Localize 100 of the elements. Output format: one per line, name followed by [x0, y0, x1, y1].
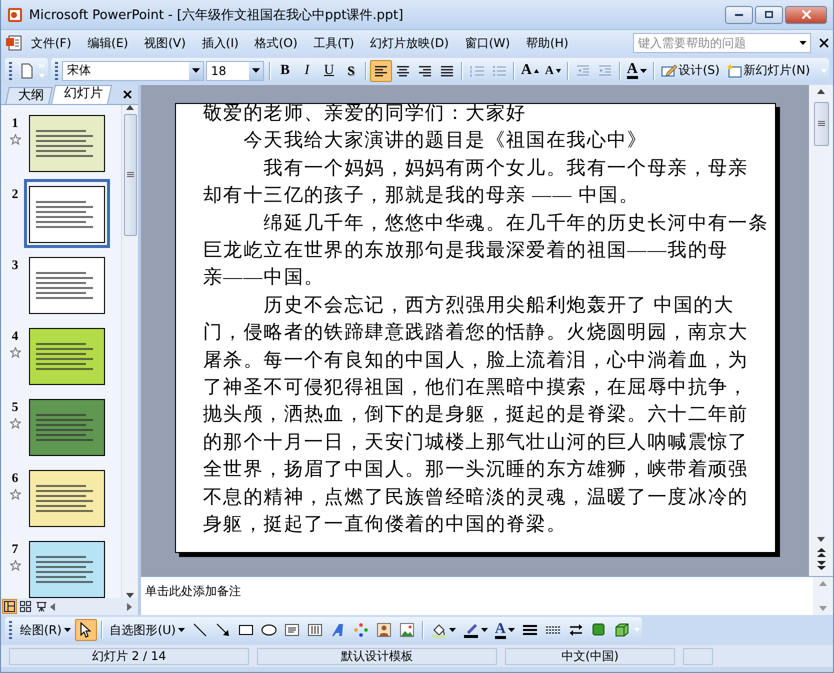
menu-item[interactable]: 幻灯片放映(D) [362, 32, 457, 54]
grid-icon [20, 601, 31, 612]
select-objects-button[interactable] [74, 619, 97, 641]
line-icon [192, 622, 208, 638]
toolbar-options-icon [821, 68, 827, 72]
font-color-button[interactable]: A [624, 60, 650, 82]
close-button[interactable] [785, 6, 827, 24]
slide-number: 7 [12, 541, 18, 557]
window-title: Microsoft PowerPoint - [六年级作文祖国在我心中ppt课件.ppt] [29, 6, 404, 24]
dropdown-caret-icon [192, 68, 200, 73]
slide-text-line: 绵延几千年，悠悠中华魂。在几千年的历史长河中有一条 [262, 212, 769, 236]
dropdown-caret-icon [480, 628, 488, 632]
menu-item[interactable]: 文件(F) [23, 32, 80, 54]
close-icon [819, 38, 829, 48]
vertical-text-box-icon [306, 622, 323, 638]
normal-view-icon [4, 601, 15, 612]
slide-number: 6 [12, 470, 18, 486]
next-slide-button[interactable] [816, 561, 826, 570]
slide-number: 1 [12, 115, 18, 131]
pointer-icon [78, 622, 93, 638]
draw-menu-button[interactable]: 绘图(R) [17, 619, 74, 641]
language-status: 中文(中国) [505, 648, 675, 664]
paint-bucket-icon [430, 622, 447, 638]
slide-text-line: 巨龙屹立在世界的东放那句是我最深爱着的祖国——我的母 [203, 238, 728, 264]
scroll-up-arrow-icon [819, 581, 827, 586]
brush-icon [462, 622, 479, 638]
down-triangle-icon [556, 68, 561, 72]
slide-text-line: 屠杀。每一个有良知的中国人，脸上流着泪，心中淌着血，为 [203, 348, 748, 373]
menu-item[interactable]: 编辑(E) [79, 32, 136, 54]
design-template-status: 默认设计模板 [257, 648, 497, 664]
ellipse-icon [260, 622, 277, 638]
normal-view-button[interactable] [2, 599, 17, 614]
slide-text-line: 敬爱的老师、亲爱的同学们：大家好 [203, 102, 526, 126]
slide-text-line: 身躯，挺起了一直佝偻着的中国的脊梁。 [203, 512, 567, 538]
bold-button[interactable]: B [274, 60, 296, 82]
minimize-icon [735, 14, 743, 16]
menu-item[interactable]: 视图(V) [136, 32, 194, 54]
dropdown-caret-icon [448, 628, 456, 632]
double-arrow-icon [568, 622, 584, 638]
projector-screen-icon [36, 601, 47, 612]
decrease-font-size-button[interactable]: A [542, 60, 564, 82]
pane-tab[interactable]: 大纲 [5, 87, 53, 104]
text-box-icon [284, 622, 300, 638]
restore-button[interactable] [755, 6, 783, 24]
pane-tab[interactable]: 幻灯片 [50, 85, 112, 104]
outdent-icon [574, 62, 591, 78]
close-icon [123, 90, 132, 99]
up-triangle-icon [534, 68, 539, 72]
scroll-down-arrow-icon [817, 537, 825, 542]
menu-item[interactable]: 帮助(H) [518, 32, 576, 54]
slide-number: 3 [12, 257, 18, 273]
notes-field[interactable]: 单击此处添加备注 [141, 576, 813, 615]
underline-button[interactable]: U [318, 60, 340, 82]
person-icon [376, 622, 392, 638]
square-icon [590, 622, 607, 638]
minimize-button[interactable] [725, 6, 753, 24]
menu-item[interactable]: 格式(O) [246, 32, 306, 54]
previous-slide-button[interactable] [816, 548, 826, 557]
document-menu-icon [5, 34, 23, 52]
status-panel [683, 648, 713, 664]
slide-number: 2 [12, 186, 18, 202]
font-color-button[interactable]: A [492, 619, 518, 641]
design-button[interactable]: 设计(S) [658, 60, 723, 82]
circle-of-dots-icon [352, 622, 369, 638]
new-slide-icon [726, 62, 742, 78]
scroll-up-arrow-icon [817, 89, 825, 94]
dropdown-caret-icon [640, 68, 647, 72]
grip-icon [126, 172, 134, 178]
close-icon [802, 10, 810, 19]
picture-icon [398, 622, 415, 638]
increase-font-size-button[interactable]: A [518, 60, 542, 82]
slide-thumbnail[interactable] [24, 179, 110, 248]
font-name-field[interactable]: 宋体 [62, 60, 204, 80]
slide-show-button[interactable] [34, 599, 49, 614]
scrollbar[interactable] [121, 105, 138, 598]
scrollbar[interactable] [809, 85, 833, 576]
dropdown-caret-icon [508, 628, 515, 632]
pencil-icon [660, 62, 677, 78]
grip-icon [818, 121, 824, 127]
slide-sorter-view-button[interactable] [18, 599, 33, 614]
slide-number: 4 [12, 328, 18, 344]
new-slide-button[interactable]: 新幻灯片(N) [722, 60, 814, 82]
align-left-button[interactable] [370, 60, 392, 82]
autoshapes-menu-button[interactable]: 自选图形(U) [106, 619, 188, 641]
italic-button[interactable]: I [296, 60, 318, 82]
slanted-letter-icon [330, 622, 346, 638]
help-search-field[interactable]: 键入需要帮助的问题 [633, 33, 811, 53]
toolbar-options-icon [634, 628, 640, 632]
menu-item[interactable]: 窗口(W) [456, 32, 518, 54]
menu-item[interactable]: 工具(T) [306, 32, 362, 54]
dropdown-caret-icon [178, 628, 185, 632]
slide-text-line: 的那个十月一日，天安门城楼上那气壮山河的巨人呐喊震惊了 [203, 430, 748, 455]
menu-item[interactable]: 插入(I) [194, 32, 247, 54]
font-size-field[interactable]: 18 [206, 60, 264, 80]
indent-icon [596, 62, 613, 78]
arrow-icon [214, 622, 231, 638]
slide-position-status: 幻灯片 2 / 14 [9, 648, 249, 664]
shadow-button[interactable]: S [340, 60, 362, 82]
slide-text-line: 了神圣不可侵犯得祖国，他们在黑暗中摸索，在屈辱中抗争， [203, 376, 748, 400]
slide-text-line: 我有一个妈妈，妈妈有两个女儿。我有一个母亲，母亲 [262, 156, 748, 181]
